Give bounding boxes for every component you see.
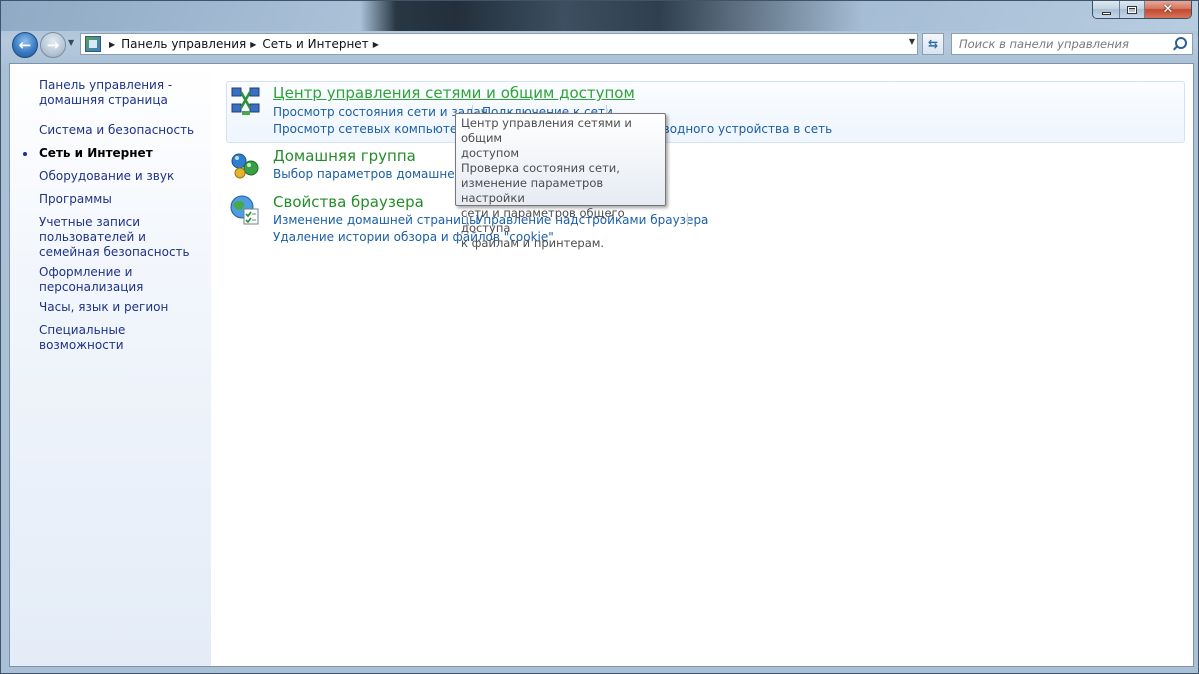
- back-button[interactable]: ←: [12, 32, 38, 58]
- arrow-right-icon: →: [46, 36, 60, 54]
- title-bar[interactable]: [1, 1, 1198, 31]
- address-bar[interactable]: ▶ Панель управления ▶ Сеть и Интернет ▶ …: [80, 33, 918, 55]
- arrow-left-icon: ←: [18, 36, 32, 54]
- refresh-button[interactable]: ⇆: [922, 33, 944, 55]
- sidebar-item-appearance[interactable]: Оформление и персонализация: [39, 265, 207, 295]
- minimize-button[interactable]: [1093, 1, 1120, 18]
- search-input[interactable]: [952, 35, 1172, 53]
- breadcrumb-network-internet[interactable]: Сеть и Интернет: [262, 37, 368, 51]
- main-panel: Центр управления сетями и общим доступом…: [211, 64, 1193, 666]
- forward-button[interactable]: →: [40, 32, 66, 58]
- close-button[interactable]: ✕: [1145, 1, 1191, 18]
- recent-pages-dropdown[interactable]: ▼: [68, 38, 74, 47]
- sidebar-item-user-accounts[interactable]: Учетные записи пользователей и семейная …: [39, 215, 207, 260]
- sidebar-item-network-internet[interactable]: Сеть и Интернет: [39, 146, 207, 161]
- tooltip-line: Центр управления сетями и общим: [461, 116, 632, 145]
- control-panel-window: ✕ ← → ▼ ▶ Панель управления ▶ Сеть и Инт…: [0, 0, 1199, 674]
- control-panel-icon: [85, 36, 101, 52]
- chevron-right-icon[interactable]: ▶: [250, 40, 256, 49]
- tooltip-line: к файлам и принтерам.: [461, 236, 605, 250]
- search-icon[interactable]: [1172, 37, 1187, 51]
- search-box: [951, 33, 1193, 55]
- maximize-icon: [1127, 5, 1137, 14]
- minimize-icon: [1101, 11, 1111, 15]
- sidebar-item-programs[interactable]: Программы: [39, 192, 207, 207]
- tooltip-line: Проверка состояния сети,: [461, 161, 620, 175]
- network-sharing-center-title[interactable]: Центр управления сетями и общим доступом: [273, 84, 635, 102]
- chevron-right-icon[interactable]: ▶: [109, 40, 115, 49]
- sidebar-item-hardware-sound[interactable]: Оборудование и звук: [39, 169, 207, 184]
- maximize-button[interactable]: [1120, 1, 1145, 18]
- tooltip-line: доступом: [461, 146, 520, 160]
- homegroup-icon[interactable]: [228, 148, 262, 182]
- active-bullet: [23, 152, 27, 156]
- breadcrumb-control-panel[interactable]: Панель управления: [121, 37, 246, 51]
- link-separator: [687, 213, 688, 226]
- change-home-page-link[interactable]: Изменение домашней страницы: [273, 213, 479, 227]
- sidebar: Панель управления - домашняя страница Си…: [10, 64, 211, 666]
- chevron-right-icon[interactable]: ▶: [373, 40, 379, 49]
- tooltip-line: изменение параметров настройки: [461, 176, 604, 205]
- close-icon: ✕: [1162, 2, 1174, 17]
- chevron-down-icon[interactable]: ▼: [909, 37, 915, 46]
- internet-options-icon[interactable]: [228, 193, 262, 227]
- network-center-icon[interactable]: [229, 84, 263, 118]
- sidebar-item-accessibility[interactable]: Специальные возможности: [39, 323, 207, 353]
- tooltip: Центр управления сетями и общим доступом…: [455, 113, 666, 250]
- refresh-icon: ⇆: [927, 37, 939, 51]
- navigation-bar: ← → ▼ ▶ Панель управления ▶ Сеть и Интер…: [1, 29, 1198, 59]
- sidebar-item-clock-language[interactable]: Часы, язык и регион: [39, 300, 207, 315]
- internet-options-title[interactable]: Свойства браузера: [273, 193, 424, 211]
- homegroup-title[interactable]: Домашняя группа: [273, 147, 416, 165]
- sidebar-item-home[interactable]: Панель управления - домашняя страница: [39, 78, 207, 108]
- sidebar-item-system-security[interactable]: Система и безопасность: [39, 123, 207, 138]
- tooltip-line: сети и параметров общего доступа: [461, 206, 625, 235]
- caption-buttons: ✕: [1092, 1, 1192, 19]
